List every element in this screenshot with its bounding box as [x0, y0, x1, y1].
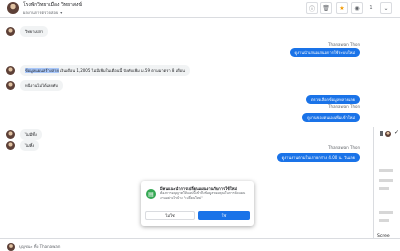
panel-line [379, 169, 393, 172]
chat-title: โรงพักวิทยาเมือง วิทยาสงฆ์ [23, 2, 83, 8]
sender-name: Thanawan Thon [328, 145, 360, 150]
chat-header: โรงพักวิทยาเมือง วิทยาสงฆ์ ผลงานการตรวจส… [0, 0, 400, 18]
panel-line [379, 211, 393, 214]
chevron-down-icon: ▾ [60, 10, 63, 15]
avatar[interactable] [6, 27, 15, 36]
star-icon: ★ [339, 4, 345, 12]
chat-subtitle[interactable]: ผลงานการตรวจสอบ ▾ [23, 9, 62, 16]
message-incoming: ไม่มีทิ้ง [6, 129, 42, 140]
chat-subtitle-text: ผลงานการตรวจสอบ [23, 10, 59, 15]
message-incoming: ข้อมูลแผนสร้างสาย เงินเดือน 1,2005 ไม่มี… [6, 65, 190, 76]
sender-name: Thanawan Thon [328, 42, 360, 47]
star-button[interactable]: ★ [336, 2, 348, 14]
delete-button[interactable]: 🗑 [320, 2, 332, 14]
message-bubble-outgoing: ตรวจเลือกข้อมูลหลายเลย [305, 95, 360, 104]
info-icon: ⓘ [308, 5, 315, 13]
message-bubble: ไม่มีทิ้ง [20, 129, 42, 140]
message-text: เงินเดือน 1,2005 ไม่มีเพิ่มในเดือนนี้ บั… [58, 68, 185, 73]
message-bubble: ไม่ทิ้ง [20, 140, 40, 151]
avatar[interactable] [6, 81, 15, 90]
dialog-no-button[interactable]: ไม่ใช่ [145, 211, 195, 220]
comment-button[interactable]: ◉ [351, 2, 363, 14]
message-incoming: ไม่ทิ้ง [6, 140, 40, 151]
footer-text: บุญชนะ ทิ้ง Thanawan [19, 244, 61, 249]
check-icon[interactable]: ✓ [394, 129, 399, 136]
message-incoming: หนีงานไม่ได้เลยคับ [6, 80, 63, 91]
avatar[interactable] [6, 141, 15, 150]
header-avatar[interactable] [7, 2, 19, 14]
more-button[interactable]: ⌄ [380, 2, 392, 14]
panel-line [379, 219, 389, 222]
chat-icon: ◉ [354, 4, 360, 12]
message-bubble-outgoing: ดูงานงานตามในเรายกร่าง 4.00 น. วันเลย [276, 153, 360, 162]
chevron-down-icon: ⌄ [383, 4, 389, 12]
count-indicator: 1 [365, 2, 377, 14]
footer-bar: บุญชนะ ทิ้ง Thanawan [0, 238, 400, 251]
message-bubble-outgoing: ดูงานของตนเองเพิ่มเข้าใหม่ [302, 113, 360, 122]
panel-line [379, 179, 393, 182]
message-bubble: วิทยาเปล่า [20, 26, 49, 37]
avatar[interactable] [6, 66, 15, 75]
doc-icon: ▤ [146, 189, 156, 199]
avatar[interactable] [6, 130, 15, 139]
panel-line [379, 187, 389, 190]
trash-icon: 🗑 [322, 4, 330, 12]
sender-name: Thanawan Thon [328, 104, 360, 109]
message-bubble: ข้อมูลแผนสร้างสาย เงินเดือน 1,2005 ไม่มี… [20, 65, 190, 76]
info-button[interactable]: ⓘ [306, 2, 318, 14]
bookmark-icon [380, 131, 383, 136]
message-incoming: วิทยาเปล่า [6, 26, 49, 37]
side-panel: ✓ ScreeScree [373, 127, 400, 250]
message-bubble: หนีงานไม่ได้เลยคับ [20, 80, 63, 91]
dialog-yes-button[interactable]: ใช่ [198, 211, 250, 220]
permission-dialog: ▤ มีคนแนะนำการเปลี่ยนแผนงานกับการใช้ใหม่… [141, 181, 254, 226]
avatar[interactable] [385, 131, 391, 137]
message-bubble-outgoing: ดูงานนำเสนอเสนอการใช้ระบบใหม่ [289, 48, 360, 57]
dialog-body: ต้องการอนุญาตให้แอปนี้เข้าถึงข้อมูลของคุ… [160, 191, 246, 200]
count-label: 1 [369, 5, 373, 11]
highlighted-text: ข้อมูลแผนสร้างสาย [25, 68, 59, 73]
